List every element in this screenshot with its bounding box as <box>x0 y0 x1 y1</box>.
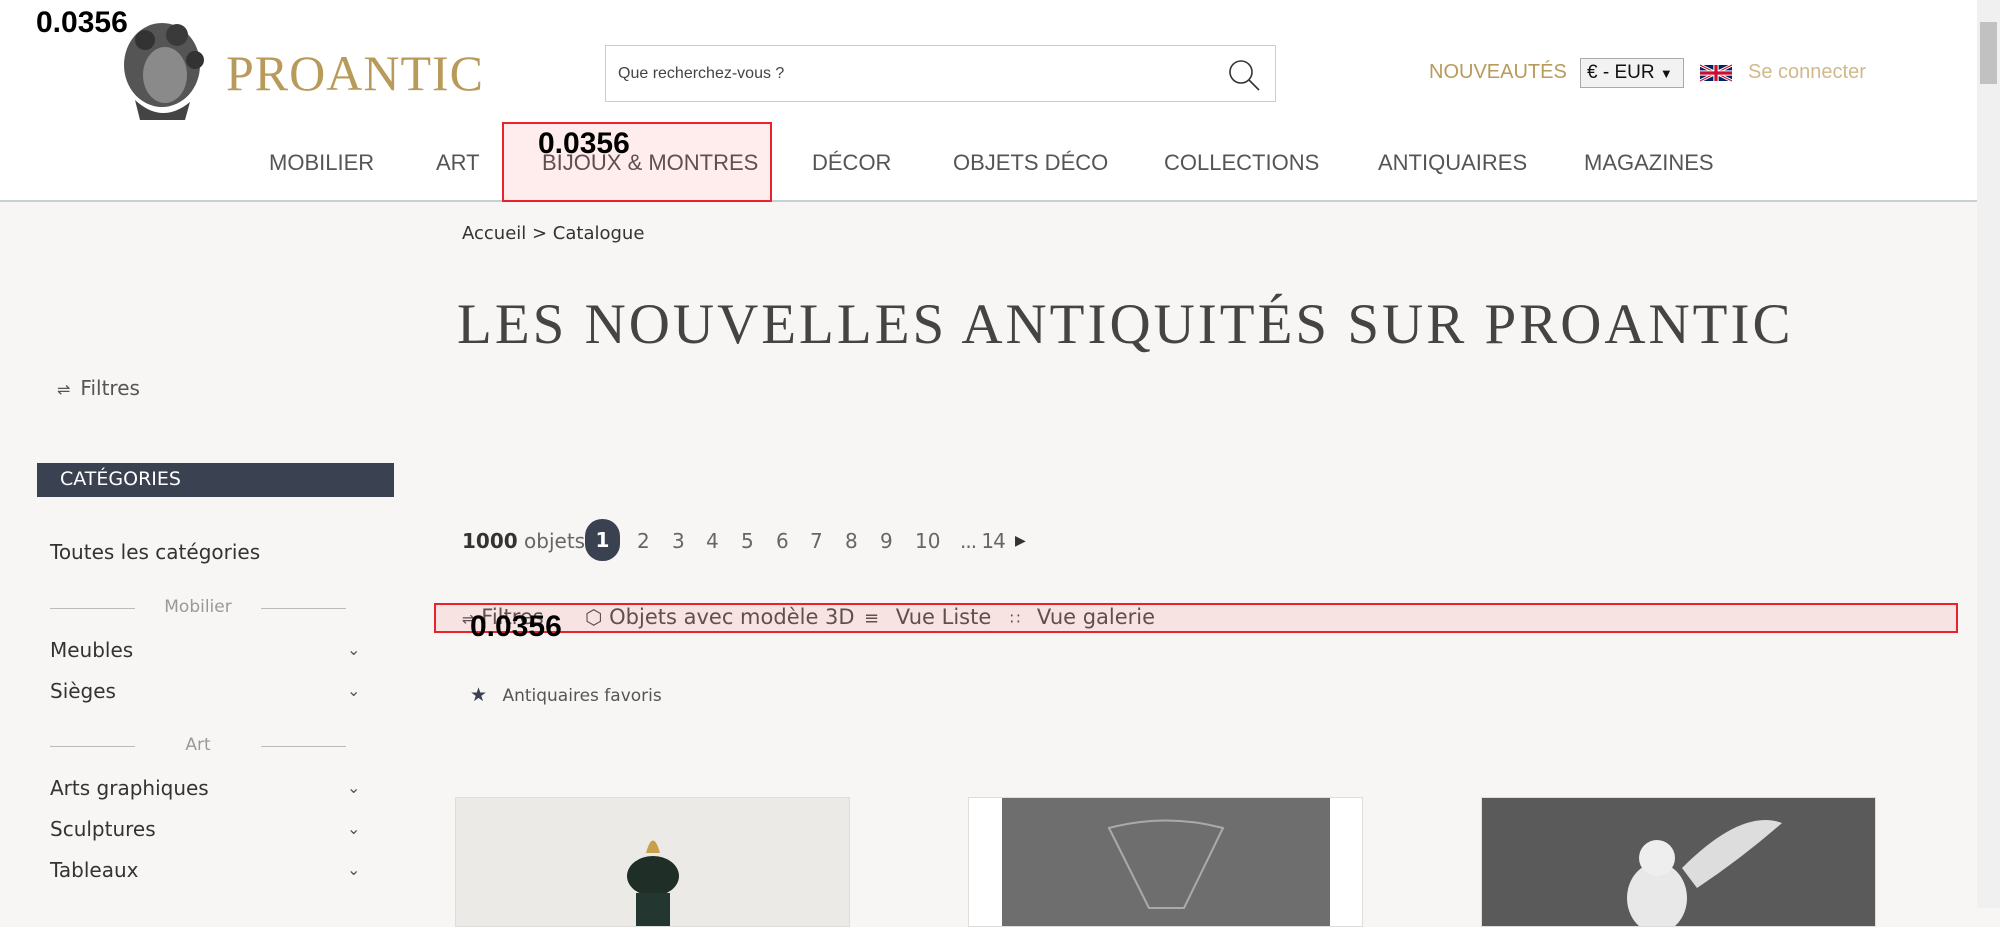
star-icon: ★ <box>470 684 488 706</box>
results-count-label: objets <box>524 529 586 553</box>
chevron-down-icon: ▼ <box>1659 66 1673 81</box>
page-2[interactable]: 2 <box>637 529 650 553</box>
nav-magazines[interactable]: MAGAZINES <box>1584 150 1714 176</box>
nav-art[interactable]: ART <box>436 150 480 176</box>
score-label-top: 0.0356 <box>36 6 128 39</box>
currency-value: € - EUR <box>1587 62 1655 83</box>
chevron-down-icon[interactable]: ⌄ <box>347 640 360 659</box>
nouveautes-link[interactable]: NOUVEAUTÉS <box>1429 61 1567 84</box>
scrollbar[interactable] <box>1977 0 2000 908</box>
favorite-dealers-label: Antiquaires favoris <box>502 686 662 706</box>
filter-sliders-icon: ⇌ <box>57 380 71 399</box>
nav-antiquaires[interactable]: ANTIQUAIRES <box>1378 150 1527 176</box>
category-arts-graphiques[interactable]: Arts graphiques <box>50 776 209 800</box>
page-14[interactable]: ... 14 <box>960 529 1006 553</box>
nav-objets-deco[interactable]: OBJETS DÉCO <box>953 150 1108 176</box>
category-all[interactable]: Toutes les catégories <box>50 540 260 564</box>
page-title: LES NOUVELLES ANTIQUITÉS SUR PROANTIC <box>457 293 1794 356</box>
page-8[interactable]: 8 <box>845 529 858 553</box>
page-7[interactable]: 7 <box>810 529 823 553</box>
page-1[interactable]: 1 <box>585 519 620 561</box>
page-5[interactable]: 5 <box>741 529 754 553</box>
group-divider-mobilier: Mobilier <box>50 597 346 617</box>
page-4[interactable]: 4 <box>706 529 719 553</box>
page-6[interactable]: 6 <box>776 529 789 553</box>
search-box <box>605 45 1276 102</box>
chevron-down-icon[interactable]: ⌄ <box>347 819 360 838</box>
nav-collections[interactable]: COLLECTIONS <box>1164 150 1319 176</box>
favorite-dealers-link[interactable]: ★ Antiquaires favoris <box>470 684 662 706</box>
currency-select[interactable]: € - EUR ▼ <box>1580 58 1684 88</box>
search-input[interactable] <box>606 46 1206 101</box>
brand-logo[interactable]: PROANTIC <box>226 44 484 102</box>
page-3[interactable]: 3 <box>672 529 685 553</box>
category-tableaux[interactable]: Tableaux <box>50 858 139 882</box>
nav-mobilier[interactable]: MOBILIER <box>269 150 374 176</box>
chevron-down-icon[interactable]: ⌄ <box>347 860 360 879</box>
scrollbar-thumb[interactable] <box>1980 22 1997 84</box>
next-page-arrow-icon[interactable]: ▶ <box>1015 533 1026 549</box>
chevron-down-icon[interactable]: ⌄ <box>347 681 360 700</box>
group-divider-art: Art <box>50 735 346 755</box>
login-link[interactable]: Se connecter <box>1748 61 1866 84</box>
category-sieges[interactable]: Sièges <box>50 679 116 703</box>
highlight-box-toolbar <box>434 603 1958 633</box>
chevron-down-icon[interactable]: ⌄ <box>347 778 360 797</box>
page-10[interactable]: 10 <box>915 529 940 553</box>
logo-head-icon[interactable] <box>115 20 210 120</box>
results-count: 1000 objets <box>462 529 585 553</box>
search-icon[interactable] <box>1227 58 1261 92</box>
results-count-number: 1000 <box>462 529 518 553</box>
score-label-nav: 0.0356 <box>538 127 630 160</box>
breadcrumb[interactable]: Accueil > Catalogue <box>462 223 644 244</box>
uk-flag-icon[interactable] <box>1700 60 1732 86</box>
score-label-toolbar: 0.0356 <box>470 610 562 643</box>
site-header: PROANTIC NOUVEAUTÉS € - EUR ▼ Se connect… <box>0 0 1977 202</box>
nav-decor[interactable]: DÉCOR <box>812 150 891 176</box>
page-9[interactable]: 9 <box>880 529 893 553</box>
category-meubles[interactable]: Meubles <box>50 638 133 662</box>
categories-header: CATÉGORIES <box>37 463 394 497</box>
filters-toggle[interactable]: ⇌ Filtres <box>57 376 140 400</box>
filters-label: Filtres <box>80 376 140 400</box>
category-sculptures[interactable]: Sculptures <box>50 817 156 841</box>
